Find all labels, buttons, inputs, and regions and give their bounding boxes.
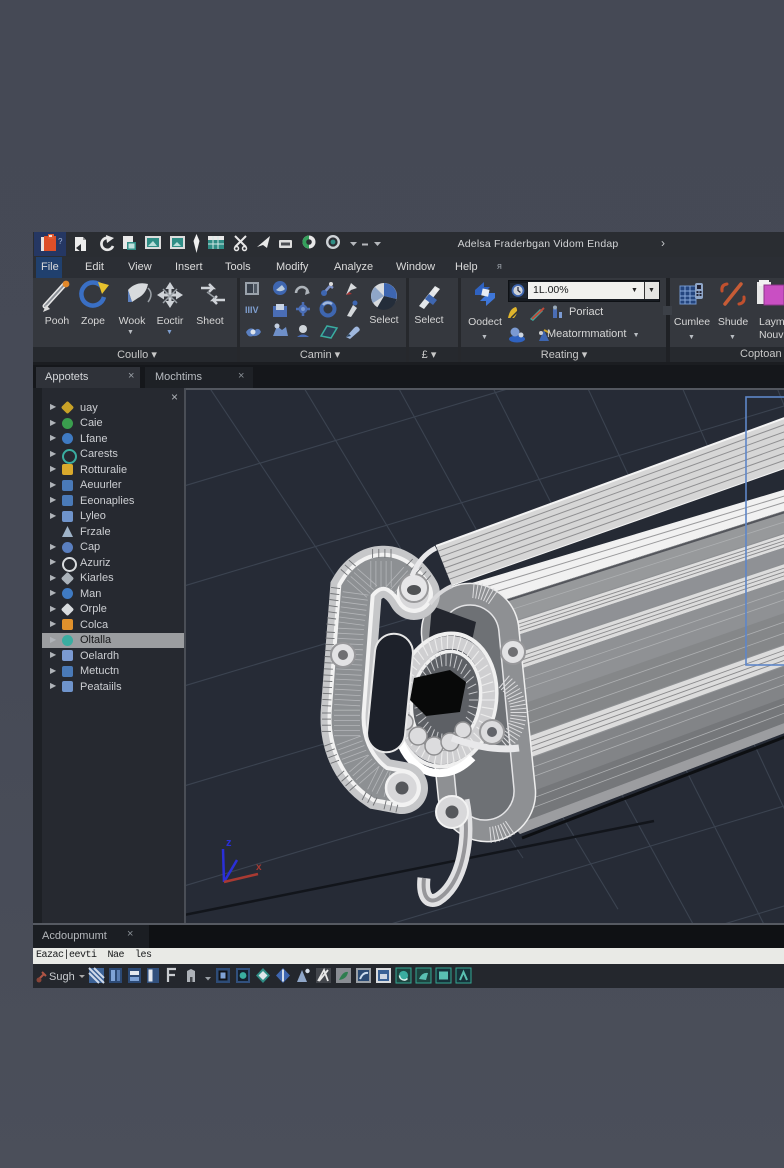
- svg-text:IIIV: IIIV: [245, 305, 259, 315]
- svg-text:z: z: [226, 837, 232, 849]
- svg-text:Sugh: Sugh: [49, 971, 75, 983]
- svg-text:x: x: [256, 862, 262, 873]
